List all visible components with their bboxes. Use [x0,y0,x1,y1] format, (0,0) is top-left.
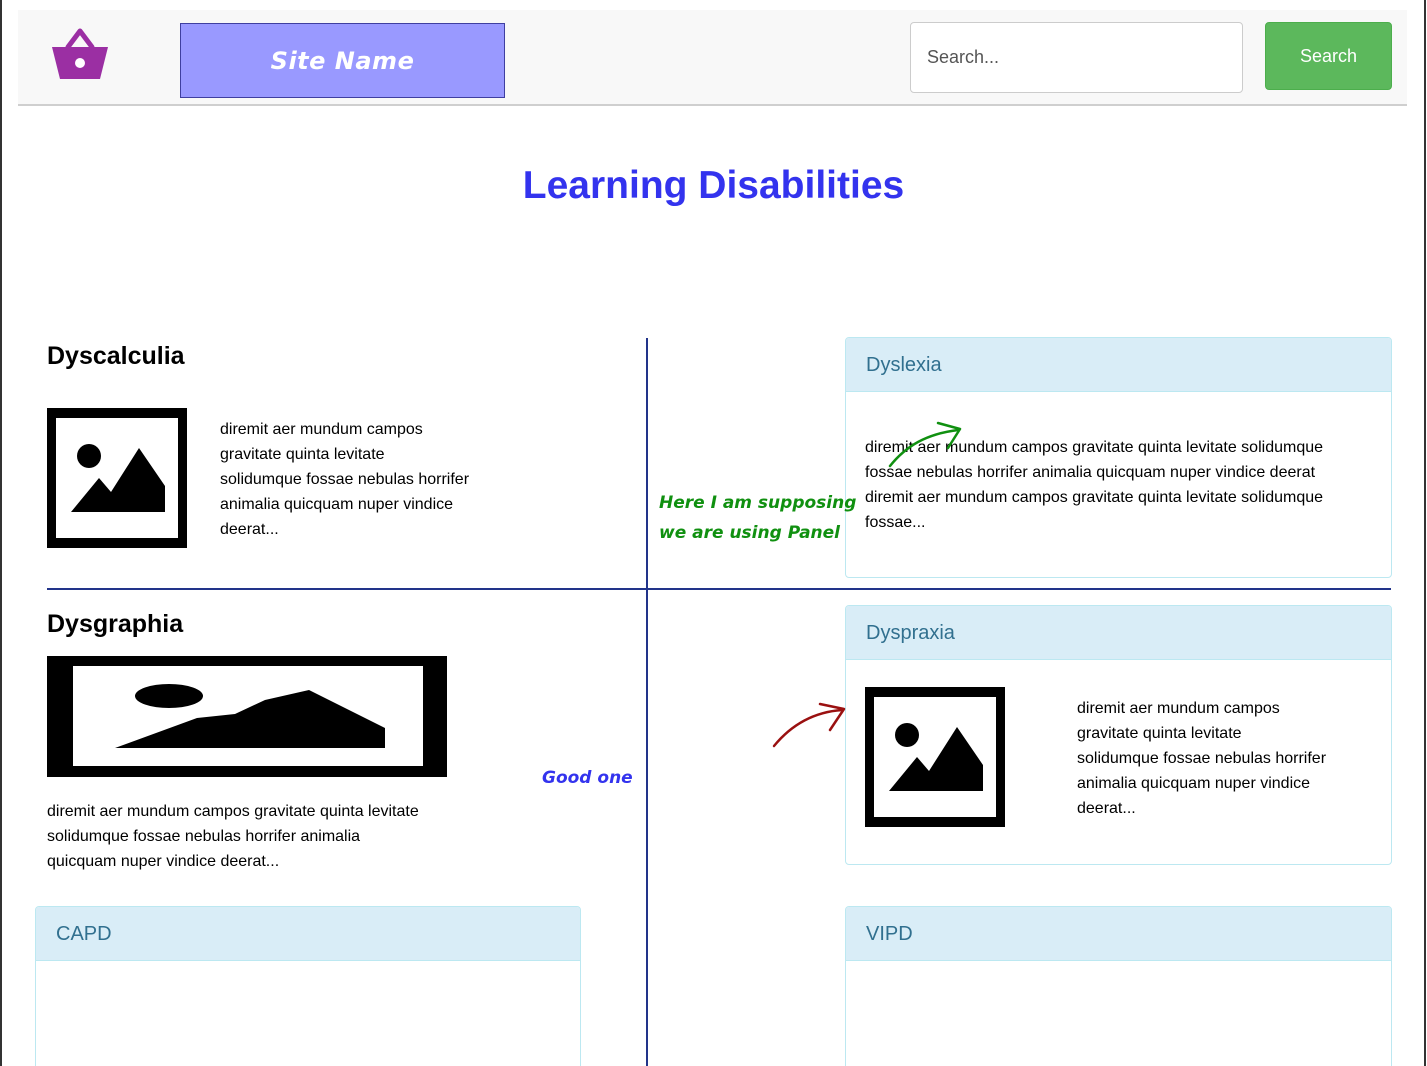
search-input[interactable] [910,22,1243,93]
annotation-arrow-red-icon [772,702,846,748]
dyscalculia-text: diremit aer mundum campos gravitate quin… [220,421,470,538]
dysgraphia-heading: Dysgraphia [47,610,184,638]
image-placeholder-icon [47,656,447,777]
shopping-basket-icon[interactable] [50,27,110,81]
annotation-panel-note: Here I am supposing we are using Panel [659,493,857,543]
page-frame: Site Name Search Learning Disabilities D… [0,0,1427,1066]
dyspraxia-panel: Dyspraxia diremit aer mundum campos grav… [845,605,1392,865]
dyslexia-panel-heading[interactable]: Dyslexia [846,338,1391,392]
vipd-panel-heading[interactable]: VIPD [846,907,1391,961]
dyscalculia-heading: Dyscalculia [47,342,185,370]
capd-panel-heading[interactable]: CAPD [36,907,580,961]
page-title: Learning Disabilities [522,164,905,207]
site-name-logo[interactable]: Site Name [180,23,505,98]
frame-border-right [1424,0,1426,1066]
dyspraxia-text: diremit aer mundum campos gravitate quin… [1077,700,1327,817]
dysgraphia-text: diremit aer mundum campos gravitate quin… [47,803,419,870]
frame-border-left [0,0,2,1066]
image-placeholder-icon [47,408,187,548]
capd-panel: CAPD [35,906,581,1066]
vipd-panel: VIPD [845,906,1392,1066]
vertical-divider [646,338,648,1066]
dyspraxia-panel-heading[interactable]: Dyspraxia [846,606,1391,660]
navbar: Site Name Search [18,10,1407,106]
annotation-arrow-green-icon [888,421,962,468]
image-placeholder-icon [865,687,1005,827]
annotation-good-note: Good one [542,768,633,788]
search-button[interactable]: Search [1265,22,1392,90]
horizontal-divider [47,588,1391,590]
